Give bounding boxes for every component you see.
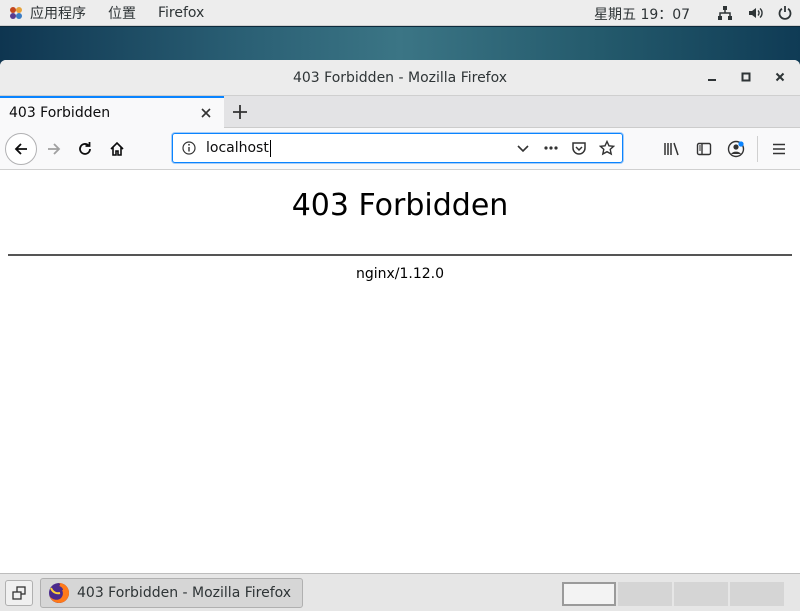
power-icon[interactable]	[776, 4, 794, 22]
network-icon[interactable]	[716, 4, 734, 22]
tab-close-icon[interactable]	[198, 105, 214, 121]
close-icon[interactable]	[772, 69, 788, 85]
maximize-icon[interactable]	[738, 69, 754, 85]
library-icon[interactable]	[659, 136, 685, 162]
clock[interactable]: 星期五 19：07	[594, 4, 690, 24]
applications-icon[interactable]	[8, 5, 24, 21]
firefox-icon	[48, 582, 70, 604]
app-menu-firefox[interactable]: Firefox	[158, 5, 204, 21]
workspace-2[interactable]	[618, 582, 672, 606]
page-heading: 403 Forbidden	[291, 188, 509, 223]
toolbar-separator	[757, 136, 758, 162]
url-bar[interactable]: localhost	[172, 133, 623, 163]
system-tray	[716, 4, 794, 22]
places-menu[interactable]: 位置	[108, 3, 136, 23]
minimize-icon[interactable]	[704, 69, 720, 85]
top-panel: 应用程序 位置 Firefox 星期五 19：07	[0, 0, 800, 26]
bottom-panel: 403 Forbidden - Mozilla Firefox	[0, 573, 800, 611]
applications-menu[interactable]: 应用程序	[30, 3, 86, 23]
pocket-icon[interactable]	[570, 139, 588, 157]
info-icon[interactable]	[182, 141, 196, 155]
sidebar-icon[interactable]	[691, 136, 717, 162]
page-content: 403 Forbidden nginx/1.12.0	[0, 170, 800, 572]
tab-403-forbidden[interactable]: 403 Forbidden	[0, 96, 224, 128]
workspace-1[interactable]	[562, 582, 616, 606]
reload-icon[interactable]	[72, 136, 98, 162]
tab-label: 403 Forbidden	[9, 105, 111, 121]
bookmark-star-icon[interactable]	[598, 139, 616, 157]
server-signature: nginx/1.12.0	[355, 266, 445, 282]
taskbar-firefox-window[interactable]: 403 Forbidden - Mozilla Firefox	[40, 578, 303, 608]
firefox-window: 403 Forbidden - Mozilla Firefox 403 Forb…	[0, 60, 800, 573]
show-desktop-icon[interactable]	[5, 580, 33, 606]
account-icon[interactable]	[723, 136, 749, 162]
volume-icon[interactable]	[746, 4, 764, 22]
window-title: 403 Forbidden - Mozilla Firefox	[292, 69, 508, 86]
home-icon[interactable]	[104, 136, 130, 162]
chevron-down-icon[interactable]	[514, 139, 532, 157]
page-actions-icon[interactable]	[542, 139, 560, 157]
hamburger-menu-icon[interactable]	[766, 136, 792, 162]
workspace-4[interactable]	[730, 582, 784, 606]
window-titlebar[interactable]: 403 Forbidden - Mozilla Firefox	[0, 60, 800, 96]
url-input[interactable]: localhost	[206, 139, 271, 157]
tab-bar: 403 Forbidden	[0, 96, 800, 128]
back-icon[interactable]	[5, 133, 37, 165]
divider	[8, 254, 792, 256]
navigation-toolbar: localhost	[0, 128, 800, 170]
taskbar-item-label: 403 Forbidden - Mozilla Firefox	[77, 585, 292, 601]
forward-icon[interactable]	[41, 136, 67, 162]
workspace-switcher	[562, 582, 784, 606]
workspace-3[interactable]	[674, 582, 728, 606]
new-tab-icon[interactable]	[229, 101, 251, 123]
desktop-background	[0, 27, 800, 63]
